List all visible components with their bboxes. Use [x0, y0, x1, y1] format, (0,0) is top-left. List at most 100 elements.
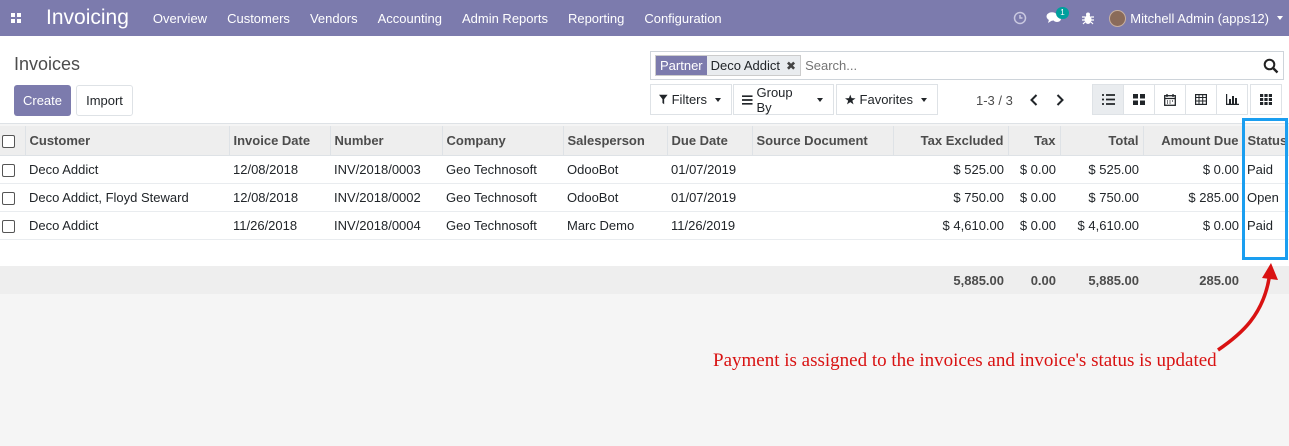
remove-facet-icon[interactable]: ✖: [786, 59, 796, 73]
menu-overview[interactable]: Overview: [153, 11, 207, 26]
col-amount-due[interactable]: Amount Due: [1143, 126, 1244, 156]
filters-label: Filters: [671, 92, 707, 107]
select-all-checkbox[interactable]: [2, 134, 15, 148]
pager-next-icon[interactable]: [1052, 91, 1068, 109]
search-icon[interactable]: [1263, 58, 1279, 74]
col-total[interactable]: Total: [1060, 126, 1144, 156]
col-source-document[interactable]: Source Document: [752, 126, 894, 156]
empty-cell: [0, 239, 1289, 266]
debug-bug-icon[interactable]: [1071, 0, 1105, 36]
annotation-text: Payment is assigned to the invoices and …: [713, 350, 1217, 371]
chevron-down-icon: [1277, 16, 1283, 20]
cell-salesperson: OdooBot: [563, 183, 667, 212]
menu-admin-reports[interactable]: Admin Reports: [462, 11, 548, 26]
cell-tax: $ 0.00: [1008, 183, 1060, 212]
facet-category: Partner: [656, 56, 707, 75]
pager-previous-icon[interactable]: [1026, 91, 1042, 109]
cell-due-date: 01/07/2019: [667, 155, 752, 184]
messages-icon[interactable]: 1: [1037, 0, 1071, 36]
create-button[interactable]: Create: [14, 85, 71, 116]
footer-total: 5,885.00: [1060, 266, 1143, 294]
filter-icon: [659, 94, 668, 105]
cell-source-document: [752, 211, 893, 240]
menu-vendors[interactable]: Vendors: [310, 11, 358, 26]
search-facet: Partner Deco Addict ✖: [655, 55, 802, 76]
table-row[interactable]: Deco Addict, Floyd Steward 12/08/2018 IN…: [0, 183, 1289, 212]
col-number[interactable]: Number: [330, 126, 443, 156]
favorites-label: Favorites: [859, 92, 913, 107]
cell-number: INV/2018/0003: [330, 155, 442, 184]
row-checkbox[interactable]: [2, 191, 15, 205]
cell-tax-excluded: $ 4,610.00: [893, 211, 1008, 240]
menu-customers[interactable]: Customers: [227, 11, 290, 26]
row-select-cell[interactable]: [0, 211, 25, 240]
calendar-view-icon[interactable]: [1154, 84, 1186, 115]
chevron-down-icon: [921, 97, 927, 102]
cell-salesperson: Marc Demo: [563, 211, 667, 240]
page-title: Invoices: [14, 54, 81, 74]
control-panel: Invoices Create Import Partner Deco Addi…: [0, 36, 1289, 124]
footer-tax: 0.00: [1008, 266, 1060, 294]
menu-reporting[interactable]: Reporting: [568, 11, 624, 26]
row-select-cell[interactable]: [0, 155, 25, 184]
table-row[interactable]: Deco Addict 11/26/2018 INV/2018/0004 Geo…: [0, 211, 1289, 240]
col-invoice-date[interactable]: Invoice Date: [229, 126, 331, 156]
import-button[interactable]: Import: [76, 85, 133, 116]
star-icon: [845, 94, 856, 105]
cell-due-date: 01/07/2019: [667, 183, 752, 212]
col-due-date[interactable]: Due Date: [667, 126, 753, 156]
cell-total: $ 750.00: [1060, 183, 1143, 212]
navbar-systray: 1 Mitchell Admin (apps12): [1003, 0, 1289, 36]
kanban-view-icon[interactable]: [1123, 84, 1155, 115]
cell-tax: $ 0.00: [1008, 155, 1060, 184]
cell-company: Geo Technosoft: [442, 183, 563, 212]
graph-view-icon[interactable]: [1216, 84, 1248, 115]
cell-amount-due: $ 0.00: [1143, 211, 1243, 240]
invoice-list: Customer Invoice Date Number Company Sal…: [0, 126, 1289, 294]
cell-salesperson: OdooBot: [563, 155, 667, 184]
select-all-cell[interactable]: [0, 126, 26, 156]
top-navbar: Invoicing Overview Customers Vendors Acc…: [0, 0, 1289, 36]
group-by-dropdown[interactable]: Group By: [733, 84, 834, 115]
cell-tax-excluded: $ 525.00: [893, 155, 1008, 184]
row-checkbox[interactable]: [2, 163, 15, 177]
cell-company: Geo Technosoft: [442, 211, 563, 240]
user-name: Mitchell Admin (apps12): [1130, 10, 1269, 26]
table-row[interactable]: Deco Addict 12/08/2018 INV/2018/0003 Geo…: [0, 155, 1289, 184]
invoice-table: Customer Invoice Date Number Company Sal…: [0, 126, 1289, 294]
app-brand[interactable]: Invoicing: [46, 6, 129, 30]
activity-clock-icon[interactable]: [1003, 0, 1037, 36]
table-header-row: Customer Invoice Date Number Company Sal…: [0, 126, 1289, 156]
col-customer[interactable]: Customer: [25, 126, 230, 156]
facet-value-wrap: Deco Addict ✖: [706, 56, 801, 75]
activity-view-icon[interactable]: [1250, 84, 1282, 115]
row-checkbox[interactable]: [2, 219, 15, 233]
filters-dropdown[interactable]: Filters: [650, 84, 732, 115]
table-footer-row: 5,885.00 0.00 5,885.00 285.00: [0, 266, 1289, 294]
cell-number: INV/2018/0004: [330, 211, 442, 240]
list-view-icon[interactable]: [1092, 84, 1124, 115]
facet-value: Deco Addict: [710, 58, 781, 73]
search-bar[interactable]: Partner Deco Addict ✖: [650, 51, 1284, 80]
cell-customer: Deco Addict: [25, 211, 229, 240]
pager-value[interactable]: 1-3 / 3: [976, 93, 1013, 108]
empty-row: [0, 239, 1289, 266]
pivot-view-icon[interactable]: [1185, 84, 1217, 115]
user-menu[interactable]: Mitchell Admin (apps12): [1109, 9, 1283, 27]
group-by-icon: [742, 94, 753, 105]
col-tax-excluded[interactable]: Tax Excluded: [893, 126, 1009, 156]
menu-configuration[interactable]: Configuration: [644, 11, 721, 26]
col-salesperson[interactable]: Salesperson: [563, 126, 668, 156]
row-select-cell[interactable]: [0, 183, 25, 212]
cell-source-document: [752, 155, 893, 184]
menu-accounting[interactable]: Accounting: [378, 11, 442, 26]
cell-total: $ 525.00: [1060, 155, 1143, 184]
col-tax[interactable]: Tax: [1008, 126, 1061, 156]
cell-invoice-date: 11/26/2018: [229, 211, 330, 240]
apps-menu-icon[interactable]: [2, 0, 30, 36]
search-input[interactable]: [805, 58, 1246, 73]
favorites-dropdown[interactable]: Favorites: [836, 84, 938, 115]
cell-company: Geo Technosoft: [442, 155, 563, 184]
annotation-arrow-icon: [1217, 263, 1278, 352]
col-company[interactable]: Company: [442, 126, 564, 156]
